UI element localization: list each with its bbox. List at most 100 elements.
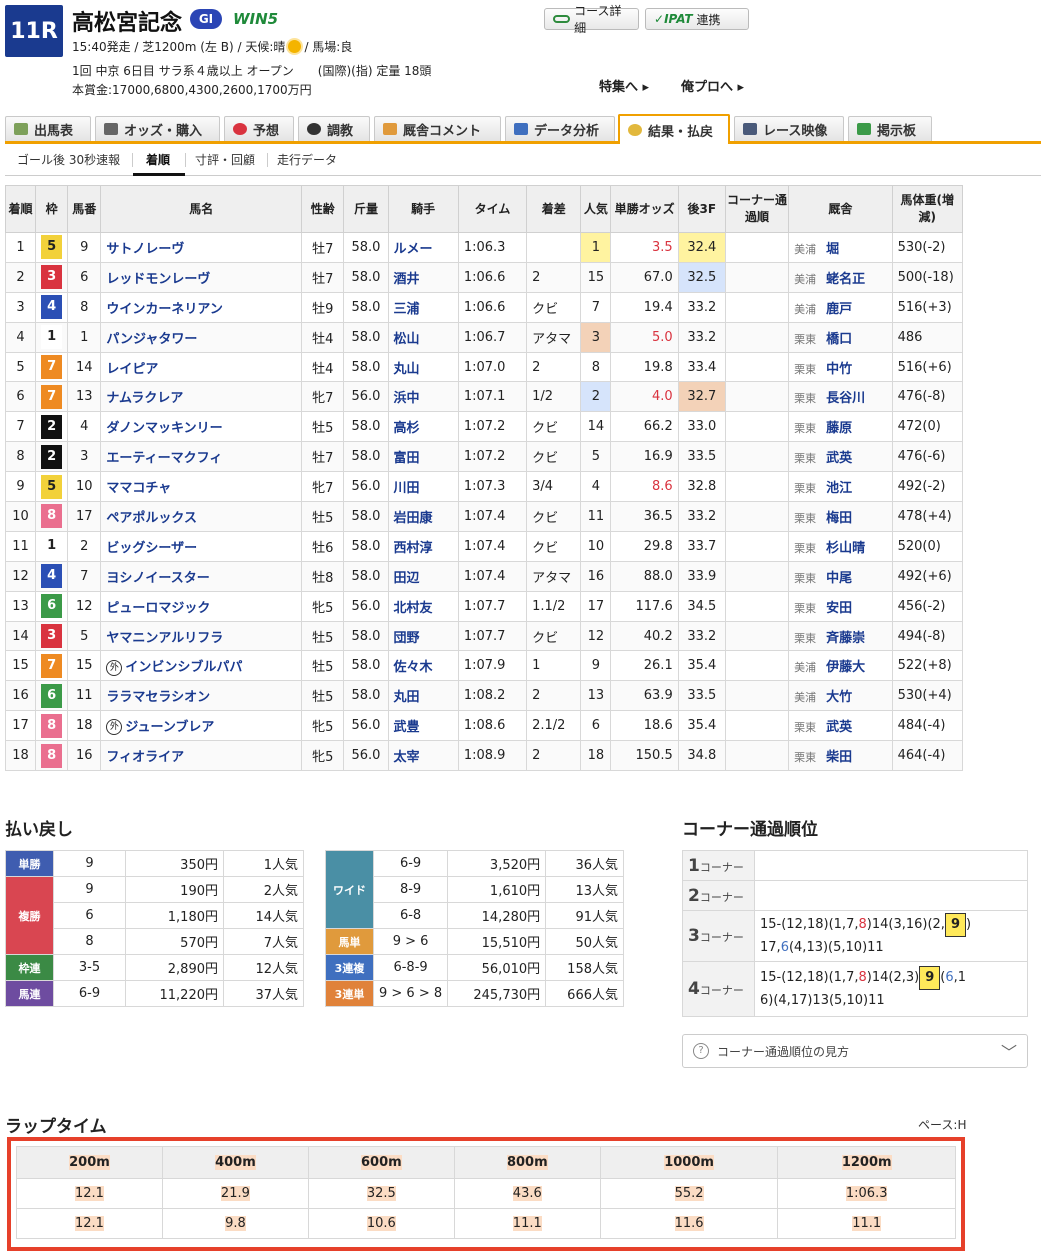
jockey-link[interactable]: 北村友 — [394, 601, 433, 616]
jockey-link[interactable]: 太宰 — [394, 750, 420, 765]
jockey-link[interactable]: 高杉 — [394, 421, 420, 436]
trainer-link[interactable]: 武英 — [826, 720, 852, 735]
jockey-link[interactable]: 丸山 — [394, 362, 420, 377]
jockey-link[interactable]: 富田 — [394, 451, 420, 466]
trainer-link[interactable]: 杉山晴 — [826, 541, 865, 556]
horse-name-link[interactable]: ナムラクレア — [106, 391, 183, 406]
tab-race-video[interactable]: レース映像 — [734, 116, 844, 141]
trainer-link[interactable]: 橋口 — [826, 332, 852, 347]
cell-sex-age: 牝5 — [301, 740, 345, 772]
trainer-link[interactable]: 蛯名正 — [826, 272, 865, 287]
tab-data-analysis[interactable]: データ分析 — [505, 116, 615, 141]
waku-badge: 3 — [41, 265, 63, 290]
horse-name-link[interactable]: エーティーマクフィ — [106, 451, 222, 466]
course-detail-button[interactable]: コース詳細 — [544, 4, 639, 35]
trainer-link[interactable]: 中竹 — [826, 362, 852, 377]
jockey-link[interactable]: 浜中 — [394, 391, 420, 406]
cell-margin: アタマ — [526, 560, 582, 592]
horse-name-link[interactable]: ピューロマジック — [106, 601, 210, 616]
horse-name-link[interactable]: パンジャタワー — [106, 332, 197, 347]
tab-odds[interactable]: オッズ・購入 — [95, 116, 220, 141]
trainer-link[interactable]: 中尾 — [826, 571, 852, 586]
trainer-link[interactable]: 柴田 — [826, 750, 852, 765]
jockey-link[interactable]: 丸田 — [394, 690, 420, 705]
horse-name-link[interactable]: インビンシブルパパ — [125, 660, 242, 675]
cell-last3f: 33.5 — [677, 680, 726, 712]
subtab-review[interactable]: 寸評・回顧 — [195, 151, 255, 168]
cell-odds: 19.8 — [610, 351, 679, 383]
payout-popularity: 666人気 — [545, 980, 624, 1007]
horse-name-link[interactable]: レイピア — [106, 362, 158, 377]
horse-name-link[interactable]: サトノレーヴ — [106, 242, 184, 257]
tab-stable-comment[interactable]: 厩舎コメント — [374, 116, 501, 141]
jockey-link[interactable]: 松山 — [394, 332, 420, 347]
trainer-link[interactable]: 鹿戸 — [826, 302, 852, 317]
trainer-link[interactable]: 長谷川 — [826, 391, 865, 406]
trainer-link[interactable]: 藤原 — [826, 421, 852, 436]
subtab-finish-order[interactable]: 着順 — [146, 151, 170, 168]
corner-help-accordion[interactable]: ? コーナー通過順位の見方 ﹀ — [682, 1034, 1028, 1068]
cell-name: パンジャタワー — [100, 321, 303, 353]
cell-rank: 13 — [4, 590, 37, 622]
jockey-link[interactable]: 佐々木 — [394, 660, 433, 675]
trainer-link[interactable]: 梅田 — [826, 511, 852, 526]
lap-distance-header: 800m — [453, 1146, 601, 1179]
cell-jockey: 北村友 — [387, 590, 459, 622]
lap-distance-header: 1200m — [777, 1146, 956, 1179]
cell-sex-age: 牡4 — [301, 351, 345, 383]
subtab-quick-report[interactable]: ゴール後 30秒速報 — [17, 151, 120, 168]
horse-name-link[interactable]: ララマセラシオン — [106, 690, 210, 705]
payout-row: 馬連 6-9 11,220円 37人気 — [5, 980, 304, 1007]
cell-stable: 美浦 伊藤大 — [788, 650, 893, 682]
trainer-link[interactable]: 武英 — [826, 451, 852, 466]
jockey-link[interactable]: 川田 — [394, 481, 420, 496]
horse-name-link[interactable]: フィオライア — [106, 750, 184, 765]
trainer-link[interactable]: 斉藤崇 — [826, 631, 865, 646]
jockey-link[interactable]: ルメー — [394, 242, 433, 257]
horse-name-link[interactable]: ビッグシーザー — [106, 541, 197, 556]
cell-odds: 3.5 — [610, 232, 679, 263]
tab-results[interactable]: 結果・払戻 — [618, 114, 730, 144]
jockey-link[interactable]: 田辺 — [394, 571, 420, 586]
cell-odds: 36.5 — [610, 501, 679, 532]
target-icon — [233, 123, 247, 135]
jockey-link[interactable]: 団野 — [394, 631, 420, 646]
horse-name-link[interactable]: ヨシノイースター — [106, 571, 209, 586]
horse-name-link[interactable]: ヤマニンアルリフラ — [106, 631, 223, 646]
horse-name-link[interactable]: ウインカーネリアン — [106, 302, 222, 317]
cell-weight: 58.0 — [343, 530, 389, 562]
tab-bulletin-board[interactable]: 掲示板 — [848, 116, 932, 141]
ipat-link-button[interactable]: ✓IPAT 連携 — [645, 8, 749, 30]
horse-name-link[interactable]: ママコチャ — [106, 481, 171, 496]
lap-split-time: 11.6 — [599, 1208, 779, 1239]
trainer-link[interactable]: 安田 — [826, 601, 852, 616]
cell-time: 1:06.6 — [457, 261, 528, 293]
jockey-link[interactable]: 西村淳 — [394, 541, 433, 556]
tab-training[interactable]: 調教 — [298, 116, 370, 141]
cell-jockey: 丸山 — [387, 351, 459, 383]
cell-name: ヨシノイースター — [100, 560, 303, 592]
feature-link[interactable]: 特集へ ▸ — [599, 76, 649, 95]
jockey-link[interactable]: 三浦 — [394, 302, 420, 317]
jockey-link[interactable]: 酒井 — [394, 272, 420, 287]
payout-amount: 14,280円 — [447, 902, 547, 929]
trainer-link[interactable]: 堀 — [826, 242, 839, 257]
cell-weight: 58.0 — [343, 560, 389, 592]
trainer-link[interactable]: 伊藤大 — [826, 660, 865, 675]
jockey-link[interactable]: 岩田康 — [394, 511, 433, 526]
tab-prediction[interactable]: 予想 — [224, 116, 294, 141]
cell-margin: 2.1/2 — [526, 710, 582, 742]
cell-weight: 58.0 — [343, 291, 389, 323]
horse-name-link[interactable]: ペアポルックス — [106, 511, 197, 526]
horse-name-link[interactable]: ジューンブレア — [125, 720, 214, 735]
jockey-link[interactable]: 武豊 — [394, 720, 420, 735]
cell-margin: クビ — [526, 530, 582, 562]
trainer-link[interactable]: 池江 — [826, 481, 852, 496]
tab-entries[interactable]: 出馬表 — [5, 116, 91, 141]
subtab-running-data[interactable]: 走行データ — [277, 151, 337, 168]
trainer-link[interactable]: 大竹 — [826, 690, 852, 705]
orepro-link[interactable]: 俺プロへ ▸ — [681, 76, 744, 95]
horse-name-link[interactable]: レッドモンレーヴ — [106, 272, 210, 287]
cell-weight: 56.0 — [343, 740, 389, 772]
horse-name-link[interactable]: ダノンマッキンリー — [106, 421, 222, 436]
